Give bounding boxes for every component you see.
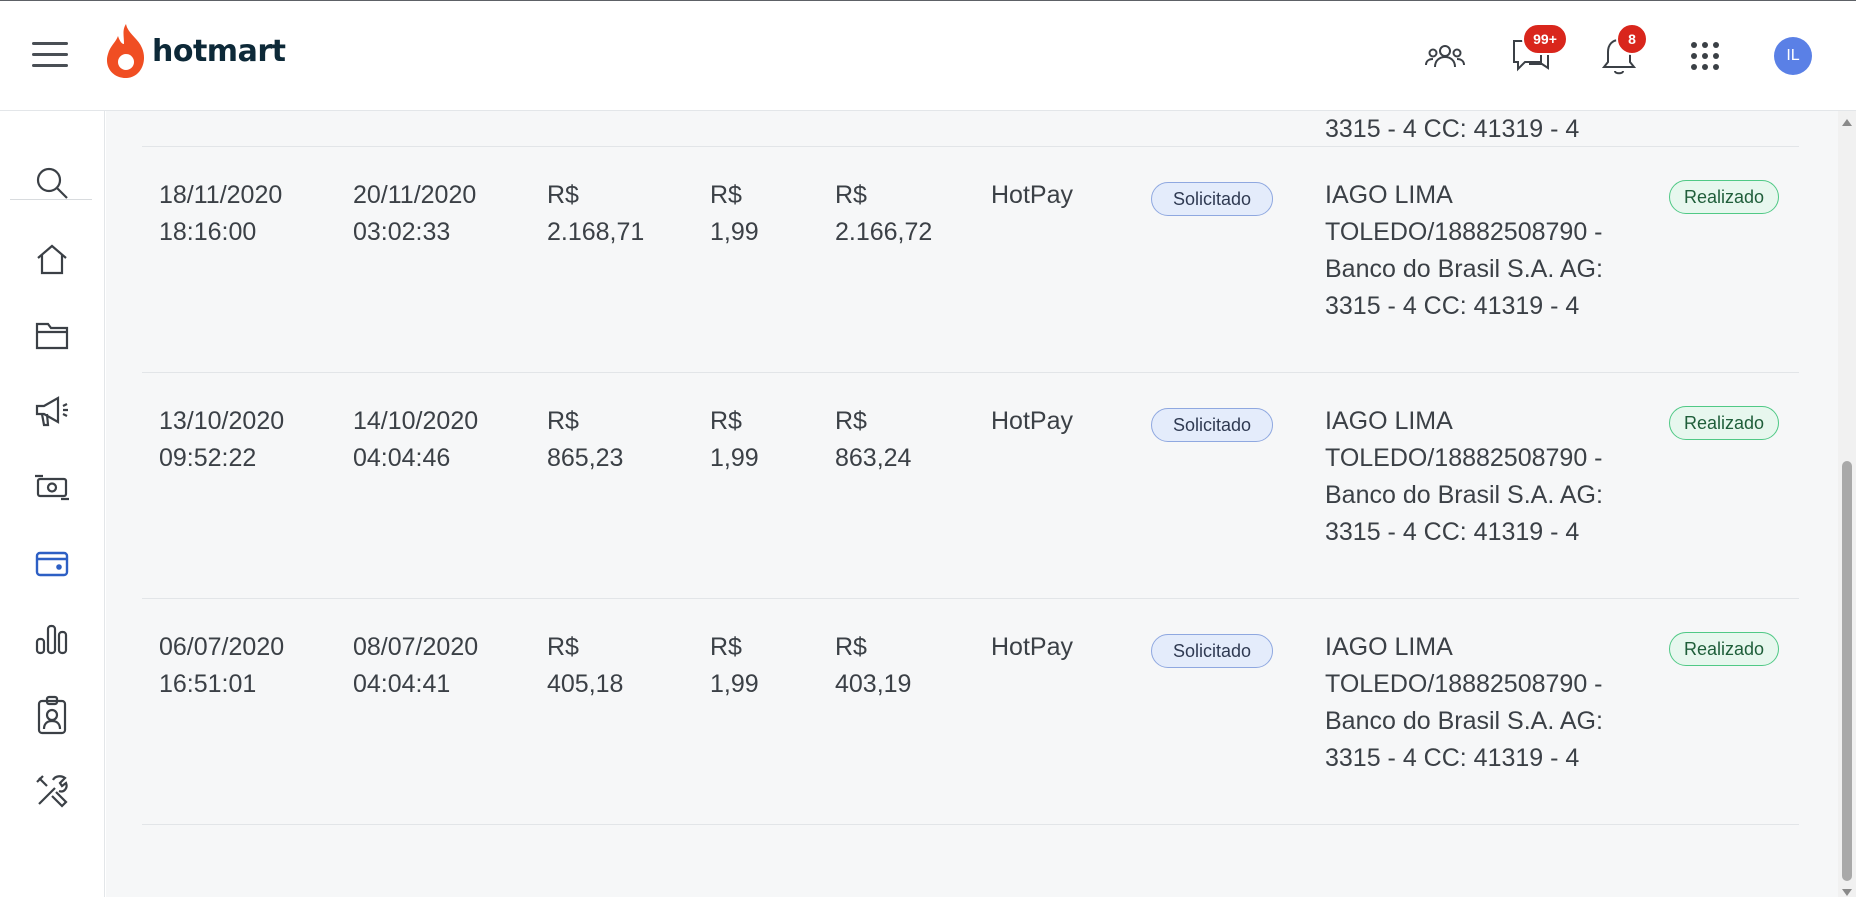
bank-info-cell: IAGO LIMA TOLEDO/18882508790 - Banco do … (1325, 177, 1603, 325)
table-row: 18/11/2020 18:16:00 20/11/2020 03:02:33 R$… (142, 147, 1799, 373)
vertical-scrollbar[interactable] (1838, 111, 1856, 897)
notifications-badge: 8 (1616, 23, 1648, 55)
net-cell: R$ 863,24 (835, 403, 911, 477)
fee-value: 1,99 (710, 444, 759, 472)
bank-line: Banco do Brasil S.A. AG: (1325, 481, 1603, 509)
logo-text: hotmart (152, 33, 286, 69)
clipboard-user-icon[interactable] (30, 693, 74, 737)
transfer-time: 04:04:46 (353, 444, 451, 472)
apps-grid-icon[interactable] (1682, 33, 1728, 79)
table-row: 13/10/2020 09:52:22 14/10/2020 04:04:46 R$… (142, 373, 1799, 599)
megaphone-icon[interactable] (30, 389, 74, 433)
fee-cell: R$ 1,99 (710, 403, 759, 477)
fee-currency: R$ (710, 407, 742, 435)
table-row: 3315 - 4 CC: 41319 - 4 (142, 111, 1799, 147)
net-value: 863,24 (835, 444, 912, 472)
fee-value: 1,99 (710, 218, 759, 246)
fee-currency: R$ (710, 181, 742, 209)
amount-cell: R$ 405,18 (547, 629, 623, 703)
request-status-badge: Solicitado (1151, 408, 1273, 442)
status-badge: Realizado (1669, 632, 1779, 666)
method-cell: HotPay (991, 181, 1073, 209)
method-cell: HotPay (991, 633, 1073, 661)
request-status-badge: Solicitado (1151, 634, 1273, 668)
chat-badge: 99+ (1522, 23, 1568, 55)
avatar[interactable]: IL (1774, 37, 1812, 75)
request-date: 06/07/2020 (159, 633, 285, 661)
scrollbar-thumb[interactable] (1842, 461, 1852, 881)
transfer-date: 20/11/2020 (353, 181, 477, 209)
request-date: 18/11/2020 (159, 181, 283, 209)
amount-currency: R$ (547, 407, 579, 435)
transfer-date-cell: 20/11/2020 03:02:33 (353, 177, 476, 251)
amount-currency: R$ (547, 181, 579, 209)
fee-cell: R$ 1,99 (710, 177, 759, 251)
wallet-icon[interactable] (30, 541, 74, 585)
request-date-cell: 18/11/2020 18:16:00 (159, 177, 282, 251)
withdrawals-table: 3315 - 4 CC: 41319 - 4 18/11/2020 18:16:0… (106, 111, 1838, 897)
status-badge: Realizado (1669, 406, 1779, 440)
net-cell: R$ 2.166,72 (835, 177, 932, 251)
money-icon[interactable] (30, 465, 74, 509)
request-date: 13/10/2020 (159, 407, 285, 435)
amount-currency: R$ (547, 633, 579, 661)
amount-value: 2.168,71 (547, 218, 645, 246)
net-currency: R$ (835, 633, 867, 661)
bank-line: IAGO LIMA (1325, 633, 1453, 661)
bank-line: IAGO LIMA (1325, 407, 1453, 435)
net-currency: R$ (835, 181, 867, 209)
amount-value: 405,18 (547, 670, 624, 698)
bank-line: TOLEDO/18882508790 - (1325, 444, 1603, 472)
request-time: 16:51:01 (159, 670, 257, 698)
amount-cell: R$ 2.168,71 (547, 177, 644, 251)
transfer-date-cell: 08/07/2020 04:04:41 (353, 629, 478, 703)
scroll-up-arrow-icon[interactable] (1842, 119, 1852, 126)
tools-icon[interactable] (30, 769, 74, 813)
net-value: 403,19 (835, 670, 912, 698)
amount-cell: R$ 865,23 (547, 403, 623, 477)
hotmart-logo[interactable]: hotmart (104, 21, 286, 81)
folder-icon[interactable] (30, 313, 74, 357)
net-cell: R$ 403,19 (835, 629, 911, 703)
bank-line: IAGO LIMA (1325, 181, 1453, 209)
transfer-time: 03:02:33 (353, 218, 451, 246)
bank-line: 3315 - 4 CC: 41319 - 4 (1325, 292, 1580, 320)
transfer-date: 08/07/2020 (353, 633, 479, 661)
request-time: 09:52:22 (159, 444, 257, 472)
request-time: 18:16:00 (159, 218, 257, 246)
status-badge: Realizado (1669, 180, 1779, 214)
users-icon[interactable] (1422, 33, 1468, 79)
transfer-time: 04:04:41 (353, 670, 451, 698)
bank-info-cell: 3315 - 4 CC: 41319 - 4 (1325, 115, 1580, 143)
fee-currency: R$ (710, 633, 742, 661)
bank-line: Banco do Brasil S.A. AG: (1325, 255, 1603, 283)
method-cell: HotPay (991, 407, 1073, 435)
menu-icon[interactable] (30, 39, 70, 71)
transfer-date: 14/10/2020 (353, 407, 479, 435)
net-currency: R$ (835, 407, 867, 435)
flame-logo-icon (106, 24, 145, 78)
net-value: 2.166,72 (835, 218, 933, 246)
bank-line: 3315 - 4 CC: 41319 - 4 (1325, 744, 1580, 772)
bank-info-cell: IAGO LIMA TOLEDO/18882508790 - Banco do … (1325, 403, 1603, 551)
bank-info-cell: IAGO LIMA TOLEDO/18882508790 - Banco do … (1325, 629, 1603, 777)
bank-line: TOLEDO/18882508790 - (1325, 670, 1603, 698)
amount-value: 865,23 (547, 444, 624, 472)
sidebar (0, 111, 105, 897)
request-date-cell: 13/10/2020 09:52:22 (159, 403, 284, 477)
transfer-date-cell: 14/10/2020 04:04:46 (353, 403, 478, 477)
top-bar: hotmart 99+ 8 IL (0, 0, 1856, 111)
bank-line: TOLEDO/18882508790 - (1325, 218, 1603, 246)
scroll-down-arrow-icon[interactable] (1842, 889, 1852, 896)
request-date-cell: 06/07/2020 16:51:01 (159, 629, 284, 703)
fee-cell: R$ 1,99 (710, 629, 759, 703)
sidebar-divider (10, 199, 92, 200)
home-icon[interactable] (30, 237, 74, 281)
bank-line: 3315 - 4 CC: 41319 - 4 (1325, 518, 1580, 546)
request-status-badge: Solicitado (1151, 182, 1273, 216)
bar-chart-icon[interactable] (30, 617, 74, 661)
bank-line: Banco do Brasil S.A. AG: (1325, 707, 1603, 735)
table-row: 06/07/2020 16:51:01 08/07/2020 04:04:41 R$… (142, 599, 1799, 825)
fee-value: 1,99 (710, 670, 759, 698)
